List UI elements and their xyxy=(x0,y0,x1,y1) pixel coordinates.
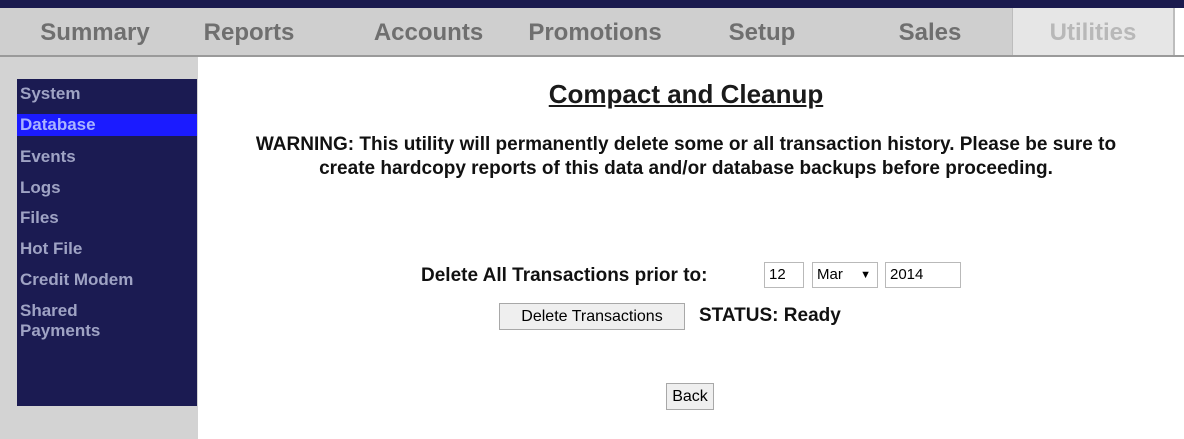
dropdown-arrow-icon: ▼ xyxy=(860,269,871,281)
tab-promotions[interactable]: Promotions xyxy=(515,8,675,55)
tab-bar-edge xyxy=(1174,8,1184,55)
month-select[interactable]: Mar ▼ xyxy=(812,262,878,288)
sidebar-item-events[interactable]: Events xyxy=(17,147,197,167)
warning-message: WARNING: This utility will permanently d… xyxy=(255,134,1117,179)
tab-utilities[interactable]: Utilities xyxy=(1012,8,1174,55)
tab-summary[interactable]: Summary xyxy=(10,8,180,55)
year-input[interactable]: 2014 xyxy=(885,262,961,288)
sidebar-item-system[interactable]: System xyxy=(17,84,197,104)
sidebar-nav: System Database Events Logs Files Hot Fi… xyxy=(17,79,197,406)
status-text: STATUS: Ready xyxy=(699,305,841,326)
tab-reports[interactable]: Reports xyxy=(198,8,300,55)
month-select-value: Mar xyxy=(817,266,843,283)
sidebar-item-shared-payments[interactable]: Shared Payments xyxy=(17,301,127,341)
sidebar-item-credit-modem[interactable]: Credit Modem xyxy=(17,270,197,290)
delete-date-label: Delete All Transactions prior to: xyxy=(421,265,708,286)
sidebar-item-hot-file[interactable]: Hot File xyxy=(17,239,197,259)
top-border xyxy=(0,0,1184,8)
day-input[interactable]: 12 xyxy=(764,262,804,288)
page-title: Compact and Cleanup xyxy=(548,79,824,109)
back-button[interactable]: Back xyxy=(666,383,714,410)
sidebar-item-files[interactable]: Files xyxy=(17,208,197,228)
sidebar-item-logs[interactable]: Logs xyxy=(17,178,197,198)
tab-sales[interactable]: Sales xyxy=(880,8,980,55)
main-content: Compact and Cleanup WARNING: This utilit… xyxy=(198,57,1174,439)
main-tab-bar: Summary Reports Accounts Promotions Setu… xyxy=(0,8,1184,57)
tab-setup[interactable]: Setup xyxy=(712,8,812,55)
left-panel: System Database Events Logs Files Hot Fi… xyxy=(0,57,198,439)
sidebar-item-database[interactable]: Database xyxy=(17,114,197,136)
tab-accounts[interactable]: Accounts xyxy=(356,8,501,55)
delete-transactions-button[interactable]: Delete Transactions xyxy=(499,303,685,330)
